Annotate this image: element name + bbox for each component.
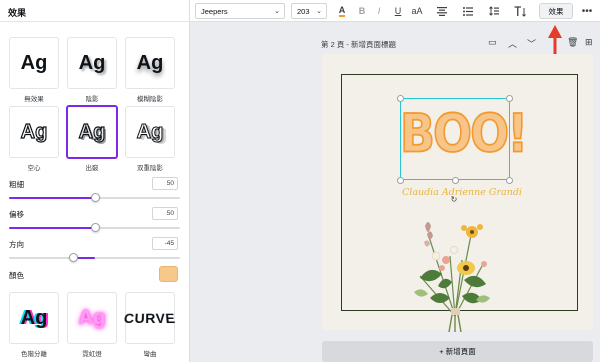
selection-box[interactable] — [400, 98, 510, 180]
text-color-button[interactable]: A — [335, 3, 349, 19]
effect-lift-tile[interactable]: Ag — [125, 37, 175, 89]
resize-handle-bottom-right[interactable] — [506, 177, 513, 184]
chevron-down-icon[interactable]: ﹀ — [527, 37, 536, 50]
offset-value[interactable]: 50 — [152, 207, 178, 220]
panel-divider — [0, 21, 190, 22]
color-swatch[interactable] — [159, 266, 178, 282]
resize-handle-top-left[interactable] — [397, 95, 404, 102]
flower-bouquet-image[interactable] — [400, 216, 510, 332]
effect-none-label: 無效果 — [24, 96, 44, 103]
thickness-slider-thumb[interactable] — [91, 193, 100, 202]
color-label: 顏色 — [9, 271, 24, 280]
font-family-select[interactable]: Jeepers ⌄ — [195, 3, 285, 19]
effect-lift-label: 模糊陰影 — [137, 96, 163, 103]
bullet-list-icon — [463, 6, 473, 16]
effect-shadow-sample: Ag — [78, 52, 106, 74]
effect-neon-tile[interactable]: Ag — [67, 292, 117, 344]
top-toolbar: Jeepers ⌄ 203 ⌄ A B I U aA 效果 ••• — [190, 0, 600, 22]
add-page-icon[interactable]: ⊞ — [585, 37, 593, 48]
offset-slider[interactable] — [9, 223, 180, 232]
effect-splice-sample: Ag — [78, 121, 106, 143]
effect-curve-label: 彎曲 — [143, 351, 157, 358]
list-button[interactable] — [461, 3, 475, 19]
font-family-value: Jeepers — [201, 7, 228, 16]
effect-echo-label: 双重陰影 — [137, 165, 163, 172]
effect-glitch-tile[interactable]: Ag — [9, 292, 59, 344]
direction-label: 方向 — [9, 240, 24, 249]
font-size-value: 203 — [297, 7, 310, 16]
thickness-value[interactable]: 50 — [152, 177, 178, 190]
spacing-button[interactable] — [487, 3, 501, 19]
vertical-text-button[interactable] — [512, 3, 528, 19]
effect-glitch-sample: Ag — [20, 307, 48, 329]
offset-slider-fill — [9, 227, 95, 229]
effect-hollow-tile[interactable]: Ag — [9, 106, 59, 158]
letter-case-button[interactable]: aA — [409, 3, 425, 19]
effect-curve-sample: CURVE — [123, 310, 177, 327]
line-spacing-icon — [489, 6, 499, 16]
effect-shadow-label: 陰影 — [85, 96, 99, 103]
effects-panel: 效果 Ag 無效果 Ag 陰影 Ag 模糊陰影 Ag 空心 Ag 出竅 Ag 双… — [0, 0, 190, 362]
italic-button[interactable]: I — [374, 3, 384, 19]
effect-hollow-label: 空心 — [27, 165, 41, 172]
direction-slider-thumb[interactable] — [69, 253, 78, 262]
resize-handle-top-right[interactable] — [506, 95, 513, 102]
page-title[interactable]: 第 2 頁 - 新增頁面標題 — [321, 39, 396, 50]
trash-icon[interactable]: 🗑 — [567, 37, 578, 48]
effect-echo-sample: Ag — [136, 121, 164, 143]
effect-hollow-sample: Ag — [20, 121, 48, 143]
bold-button[interactable]: B — [356, 3, 368, 19]
offset-slider-thumb[interactable] — [91, 223, 100, 232]
note-icon[interactable]: ▭ — [488, 37, 497, 48]
effect-neon-label: 霓虹燈 — [82, 351, 102, 358]
script-name-text[interactable]: Claudia Adrienne Grandi — [395, 187, 529, 198]
rotate-icon[interactable]: ↻ — [449, 195, 459, 205]
effect-none-tile[interactable]: Ag — [9, 37, 59, 89]
effect-glitch-label: 色階分離 — [21, 351, 47, 358]
chevron-down-icon: ⌄ — [274, 8, 280, 15]
text-color-glyph: A — [338, 5, 346, 17]
app-root: 效果 Ag 無效果 Ag 陰影 Ag 模糊陰影 Ag 空心 Ag 出竅 Ag 双… — [0, 0, 600, 362]
effect-echo-tile[interactable]: Ag — [125, 106, 175, 158]
direction-slider[interactable] — [9, 253, 180, 262]
effect-splice-label: 出竅 — [85, 165, 99, 172]
add-page-button[interactable]: + 新增頁面 — [322, 341, 593, 362]
font-size-select[interactable]: 203 ⌄ — [291, 3, 327, 19]
panel-title: 效果 — [8, 8, 27, 18]
thickness-slider[interactable] — [9, 193, 180, 202]
offset-label: 偏移 — [9, 210, 24, 219]
resize-handle-bottom[interactable] — [452, 177, 459, 184]
effect-splice-tile[interactable]: Ag — [66, 105, 118, 159]
effect-none-sample: Ag — [20, 52, 48, 74]
effects-button[interactable]: 效果 — [539, 3, 573, 19]
effect-lift-sample: Ag — [136, 52, 164, 74]
align-center-button[interactable] — [435, 3, 449, 19]
effect-shadow-tile[interactable]: Ag — [67, 37, 117, 89]
effect-neon-sample: Ag — [78, 307, 106, 329]
thickness-label: 粗細 — [9, 180, 24, 189]
resize-handle-bottom-left[interactable] — [397, 177, 404, 184]
chevron-down-icon: ⌄ — [316, 8, 322, 15]
effect-curve-tile[interactable]: CURVE — [123, 292, 177, 344]
chevron-up-icon[interactable]: ︿ — [508, 37, 517, 50]
text-orientation-icon — [514, 5, 526, 17]
underline-button[interactable]: U — [392, 3, 404, 19]
direction-value[interactable]: -45 — [152, 237, 178, 250]
more-options-button[interactable]: ••• — [579, 3, 595, 19]
align-center-icon — [437, 6, 447, 16]
thickness-slider-fill — [9, 197, 95, 199]
